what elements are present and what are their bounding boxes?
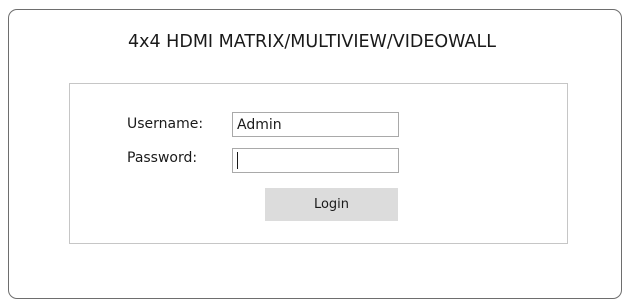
username-field[interactable] xyxy=(232,112,399,137)
password-field[interactable] xyxy=(232,148,399,173)
page-title: 4x4 HDMI MATRIX/MULTIVIEW/VIDEOWALL xyxy=(128,32,496,52)
password-label: Password: xyxy=(127,150,198,166)
text-cursor xyxy=(237,152,238,169)
login-button[interactable]: Login xyxy=(265,188,398,221)
username-label: Username: xyxy=(127,116,204,132)
